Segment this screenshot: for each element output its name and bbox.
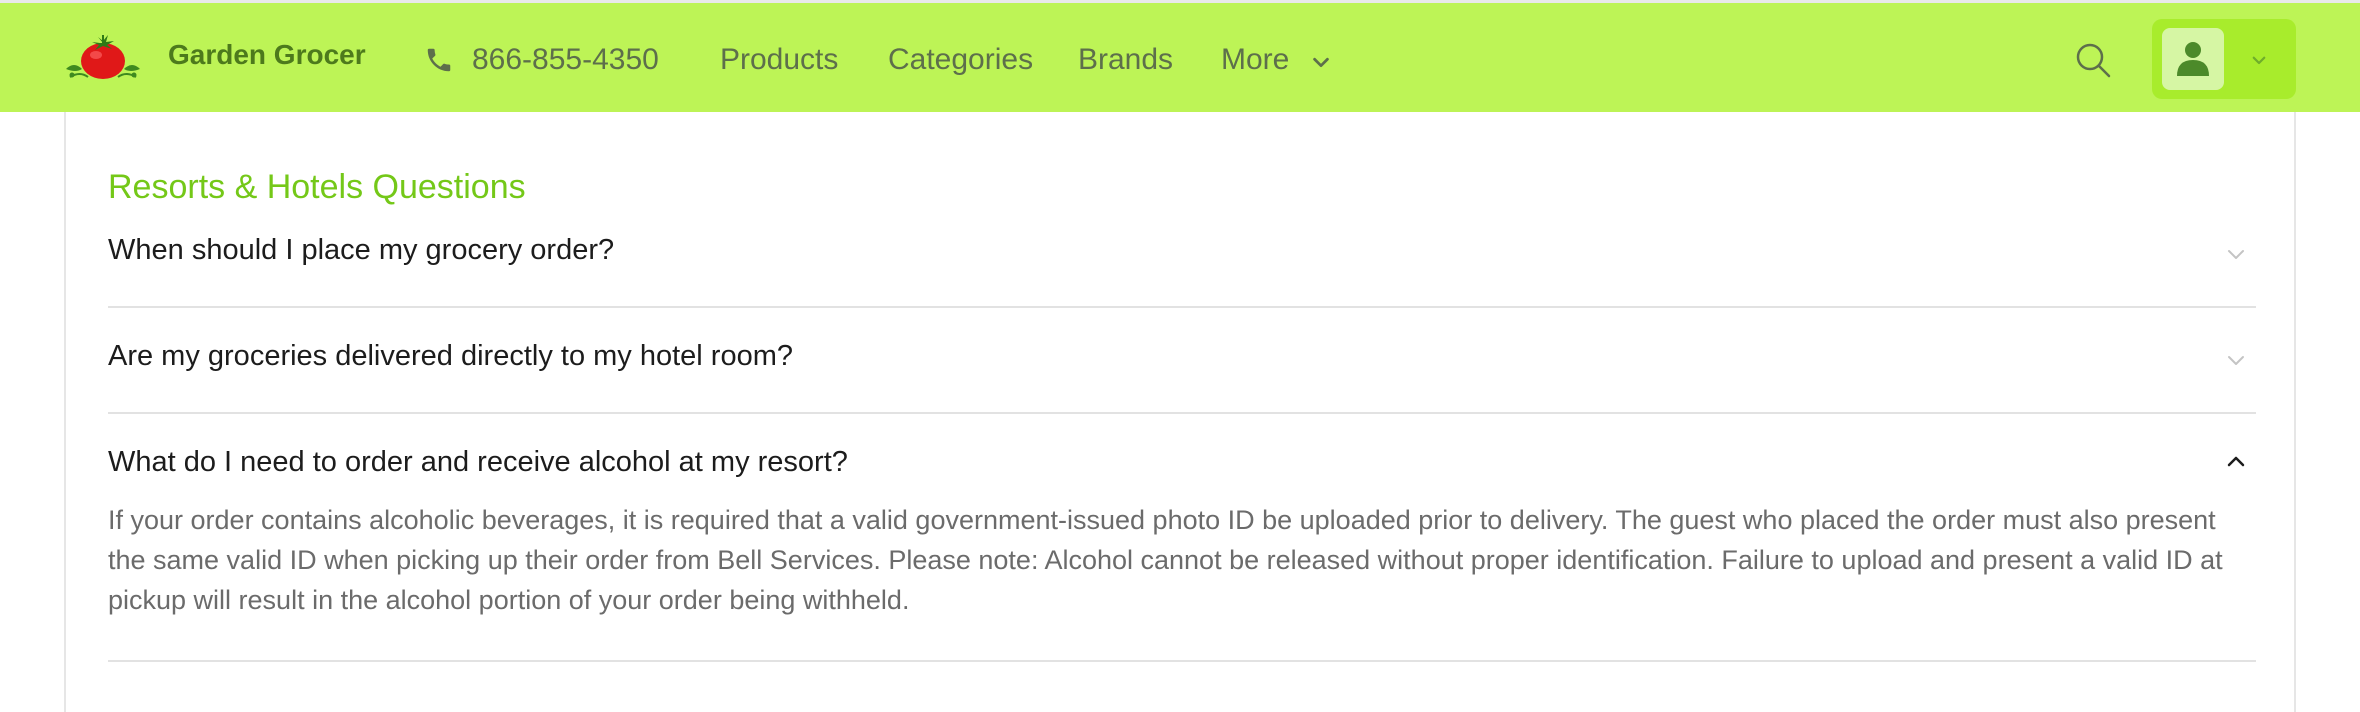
chevron-up-icon[interactable]	[2224, 450, 2248, 474]
tomato-logo-icon[interactable]	[62, 31, 144, 85]
faq-question-3[interactable]: What do I need to order and receive alco…	[108, 446, 848, 479]
divider	[108, 660, 2256, 662]
chevron-down-icon[interactable]	[2224, 242, 2248, 266]
section-title: Resorts & Hotels Questions	[108, 168, 526, 206]
account-menu-button[interactable]	[2152, 19, 2296, 99]
faq-panel: Resorts & Hotels Questions When should I…	[64, 112, 2296, 712]
faq-question-1[interactable]: When should I place my grocery order?	[108, 234, 614, 267]
phone-number-link[interactable]: 866-855-4350	[472, 43, 659, 77]
nav-brands[interactable]: Brands	[1078, 43, 1173, 77]
divider	[108, 306, 2256, 308]
chevron-down-icon	[2252, 56, 2266, 65]
avatar	[2162, 28, 2224, 90]
brand-name[interactable]: Garden Grocer	[168, 39, 366, 71]
phone-icon	[427, 48, 451, 72]
nav-more[interactable]: More	[1221, 43, 1289, 77]
chevron-down-icon[interactable]	[2224, 348, 2248, 372]
user-icon	[2177, 42, 2209, 76]
nav-categories[interactable]: Categories	[888, 43, 1033, 77]
nav-products[interactable]: Products	[720, 43, 838, 77]
divider	[108, 412, 2256, 414]
faq-answer-3: If your order contains alcoholic beverag…	[108, 505, 2223, 615]
top-navigation-bar: Garden Grocer 866-855-4350 Products Cate…	[0, 0, 2360, 112]
faq-question-2[interactable]: Are my groceries delivered directly to m…	[108, 340, 793, 373]
chevron-down-icon[interactable]	[1310, 51, 1332, 73]
search-icon[interactable]	[2074, 41, 2112, 79]
